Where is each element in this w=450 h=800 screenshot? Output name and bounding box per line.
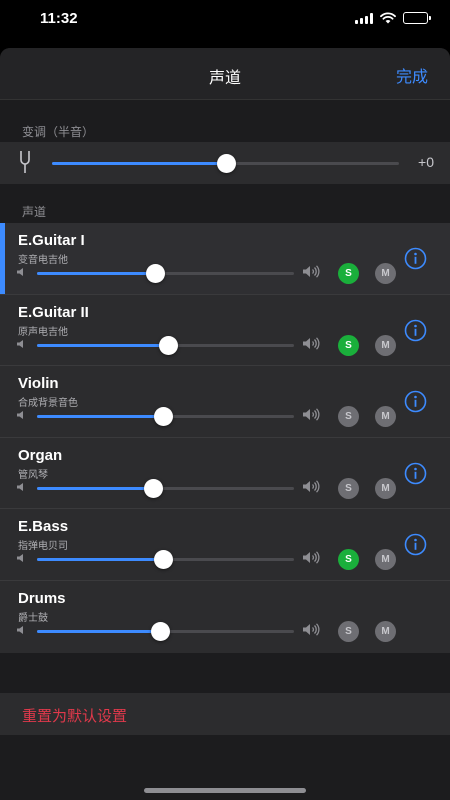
volume-slider-thumb[interactable]: [151, 622, 171, 641]
mute-button[interactable]: M: [375, 477, 396, 499]
volume-low-icon: [17, 411, 23, 420]
volume-high-icon: [303, 480, 320, 493]
track-name: E.Guitar II: [18, 303, 89, 321]
pitch-value: +0: [418, 154, 434, 170]
tuning-fork-icon: [20, 151, 30, 173]
track-name: Drums: [18, 590, 66, 607]
volume-high-icon: [303, 623, 320, 636]
pitch-slider-fill: [52, 162, 226, 165]
volume-slider-fill: [37, 558, 163, 562]
status-icons: [355, 12, 431, 24]
mute-button[interactable]: M: [375, 621, 396, 642]
volume-high-icon: [303, 551, 320, 565]
track-subtitle: 变音电吉他: [18, 255, 68, 266]
info-icon[interactable]: [404, 247, 427, 270]
solo-button[interactable]: S: [338, 621, 359, 642]
track-name: E.Bass: [18, 518, 69, 536]
volume-low-icon: [17, 339, 23, 348]
volume-slider-fill: [37, 486, 153, 490]
track-row[interactable]: Violin 合成背景音色 S M: [0, 366, 450, 438]
pitch-section-label: 变调（半音）: [22, 125, 95, 139]
battery-icon: [403, 12, 431, 24]
volume-slider-thumb[interactable]: [153, 407, 173, 427]
track-row[interactable]: E.Guitar I 变音电吉他 S M: [0, 223, 450, 295]
pitch-slider[interactable]: [52, 154, 399, 173]
track-name: E.Guitar I: [18, 232, 85, 249]
track-list: E.Guitar I 变音电吉他 S M E.Guitar II 原声电吉他 S M Violi…: [0, 223, 450, 653]
volume-slider-fill: [37, 415, 163, 419]
volume-slider[interactable]: [37, 622, 294, 641]
volume-slider[interactable]: [37, 407, 294, 427]
pitch-row: +0: [0, 142, 450, 184]
track-subtitle: 爵士鼓: [18, 613, 48, 624]
track-row[interactable]: Organ 管风琴 S M: [0, 438, 450, 510]
volume-high-icon: [303, 408, 320, 421]
track-subtitle: 管风琴: [18, 469, 48, 481]
wifi-icon: [380, 12, 396, 24]
info-icon[interactable]: [404, 319, 427, 342]
home-indicator: [144, 788, 306, 793]
volume-slider-fill: [37, 272, 156, 275]
done-button[interactable]: 完成: [396, 63, 428, 87]
mute-button[interactable]: M: [375, 406, 396, 428]
volume-slider[interactable]: [37, 550, 294, 570]
volume-slider[interactable]: [37, 264, 294, 283]
volume-slider-fill: [37, 630, 161, 633]
track-subtitle: 合成背景音色: [18, 398, 78, 410]
track-name: Violin: [18, 375, 59, 393]
volume-high-icon: [303, 265, 320, 278]
volume-slider-thumb[interactable]: [153, 550, 173, 570]
solo-button[interactable]: S: [338, 477, 359, 499]
reset-row[interactable]: 重置为默认设置: [0, 693, 450, 735]
page-title: 声道: [208, 70, 241, 87]
volume-slider[interactable]: [37, 478, 294, 498]
track-row[interactable]: E.Bass 指弹电贝司 S M: [0, 509, 450, 581]
volume-slider-thumb[interactable]: [159, 335, 179, 355]
nav-bar: 声道 完成: [0, 48, 450, 100]
volume-low-icon: [17, 482, 23, 491]
volume-low-icon: [17, 268, 23, 276]
channels-section-label: 声道: [22, 205, 47, 219]
info-icon[interactable]: [404, 462, 427, 485]
track-subtitle: 原声电吉他: [18, 326, 68, 338]
solo-button[interactable]: S: [338, 549, 359, 571]
info-icon[interactable]: [404, 533, 427, 556]
cellular-signal-icon: [355, 12, 373, 24]
volume-low-icon: [17, 626, 23, 634]
solo-button[interactable]: S: [338, 406, 359, 428]
pitch-slider-thumb[interactable]: [216, 154, 236, 173]
status-time: 11:32: [40, 10, 78, 27]
mute-button[interactable]: M: [375, 263, 396, 284]
volume-slider-thumb[interactable]: [146, 264, 166, 283]
selected-indicator: [0, 223, 5, 294]
track-row[interactable]: E.Guitar II 原声电吉他 S M: [0, 295, 450, 367]
track-row[interactable]: Drums 爵士鼓 S M: [0, 581, 450, 653]
track-name: Organ: [18, 446, 63, 464]
volume-high-icon: [303, 336, 320, 350]
mute-button[interactable]: M: [375, 334, 396, 356]
volume-slider-fill: [37, 343, 169, 347]
solo-button[interactable]: S: [338, 263, 359, 284]
info-icon[interactable]: [404, 390, 427, 413]
solo-button[interactable]: S: [338, 334, 359, 356]
mute-button[interactable]: M: [375, 549, 396, 571]
channel-settings-sheet: 声道 完成 变调（半音） +0 声道 E.Guitar I 变音电吉他 S M E.Gu…: [0, 48, 450, 800]
status-bar: 11:32: [0, 0, 450, 44]
volume-low-icon: [17, 554, 23, 563]
volume-slider-thumb[interactable]: [143, 478, 163, 498]
volume-slider[interactable]: [37, 335, 294, 355]
reset-defaults-button[interactable]: 重置为默认设置: [22, 705, 127, 726]
track-subtitle: 指弹电贝司: [18, 541, 68, 553]
